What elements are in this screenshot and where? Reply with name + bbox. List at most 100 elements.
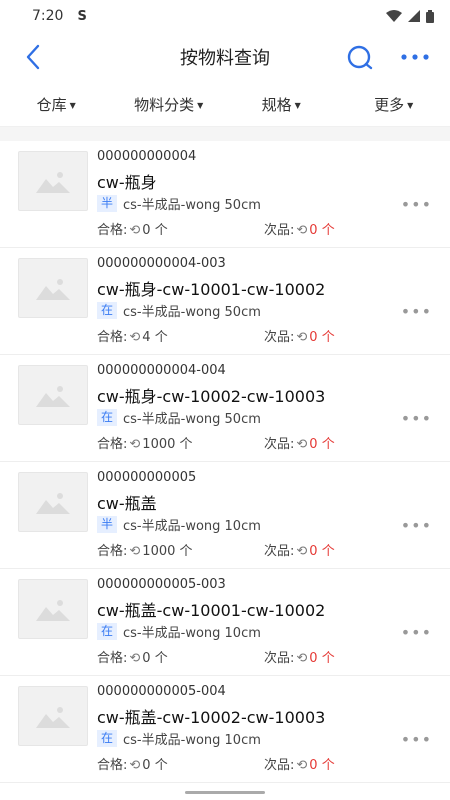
defect-qty: 次品: ⟲ 0 个 [264, 433, 335, 452]
image-placeholder-icon [18, 472, 88, 532]
item-code: 000000000004-003 [97, 256, 226, 271]
item-spec: cs-半成品-wong 10cm [123, 519, 261, 534]
item-name: cw-瓶身-cw-10001-cw-10002 [97, 280, 326, 299]
filter-spec[interactable]: 规格 ▼ [225, 94, 338, 115]
item-code: 000000000005 [97, 470, 197, 485]
refresh-icon: ⟲ [296, 223, 308, 238]
filter-label: 更多 [374, 95, 405, 114]
back-button[interactable] [18, 42, 48, 72]
list-item[interactable]: 000000000005-003 cw-瓶盖-cw-10001-cw-10002… [0, 569, 450, 676]
defect-value: 0 个 [309, 758, 335, 773]
good-value: 4 个 [142, 330, 168, 345]
refresh-icon: ⟲ [129, 651, 141, 666]
refresh-icon: ⟲ [296, 544, 308, 559]
refresh-icon: ⟲ [129, 544, 141, 559]
good-value: 0 个 [142, 651, 168, 666]
item-spec: cs-半成品-wong 50cm [123, 412, 261, 427]
good-value: 0 个 [142, 758, 168, 773]
more-dots-icon [401, 54, 429, 60]
item-more-icon[interactable]: ••• [401, 302, 432, 321]
list-item[interactable]: 000000000004-004 cw-瓶身-cw-10002-cw-10003… [0, 355, 450, 462]
list-item[interactable]: 000000000005-004 cw-瓶盖-cw-10002-cw-10003… [0, 676, 450, 783]
refresh-icon: ⟲ [296, 758, 308, 773]
refresh-icon: ⟲ [129, 330, 141, 345]
filter-label: 规格 [261, 95, 292, 114]
signal-icon [408, 10, 420, 22]
item-spec: cs-半成品-wong 10cm [123, 626, 261, 641]
item-code: 000000000004 [97, 149, 197, 164]
defect-qty: 次品: ⟲ 0 个 [264, 540, 335, 559]
list-separator [0, 127, 450, 141]
item-name: cw-瓶盖-cw-10001-cw-10002 [97, 601, 326, 620]
item-name: cw-瓶身-cw-10002-cw-10003 [97, 387, 326, 406]
item-spec-row: 在 cs-半成品-wong 10cm [97, 622, 261, 641]
more-button[interactable] [400, 45, 430, 69]
image-placeholder-icon [18, 258, 88, 318]
filter-warehouse[interactable]: 仓库 ▼ [0, 94, 113, 115]
defect-label: 次品: [264, 223, 295, 238]
item-spec-row: 在 cs-半成品-wong 50cm [97, 408, 261, 427]
status-badge: 在 [97, 409, 118, 426]
status-icons [386, 9, 434, 23]
status-badge: 在 [97, 623, 118, 640]
image-placeholder-icon [18, 365, 88, 425]
status-badge: 在 [97, 730, 118, 747]
refresh-icon: ⟲ [296, 437, 308, 452]
status-badge: 在 [97, 302, 118, 319]
good-qty: 合格: ⟲ 1000 个 [97, 433, 193, 452]
list-item[interactable]: 000000000004-003 cw-瓶身-cw-10001-cw-10002… [0, 248, 450, 355]
item-code: 000000000005-004 [97, 684, 226, 699]
caret-down-icon: ▼ [69, 100, 76, 110]
image-placeholder-icon [18, 151, 88, 211]
wifi-icon [386, 10, 402, 22]
image-placeholder-icon [18, 579, 88, 639]
good-value: 0 个 [142, 223, 168, 238]
good-label: 合格: [97, 651, 128, 666]
defect-label: 次品: [264, 544, 295, 559]
defect-qty: 次品: ⟲ 0 个 [264, 326, 335, 345]
good-label: 合格: [97, 758, 128, 773]
defect-value: 0 个 [309, 437, 335, 452]
filter-category[interactable]: 物料分类 ▼ [113, 94, 226, 115]
item-spec: cs-半成品-wong 50cm [123, 305, 261, 320]
status-time: 7:20 [32, 8, 64, 24]
status-bar: 7:20 S [0, 0, 450, 32]
item-spec-row: 半 cs-半成品-wong 50cm [97, 194, 261, 213]
defect-qty: 次品: ⟲ 0 个 [264, 219, 335, 238]
refresh-icon: ⟲ [129, 223, 141, 238]
caret-down-icon: ▼ [407, 100, 414, 110]
item-spec: cs-半成品-wong 10cm [123, 733, 261, 748]
defect-qty: 次品: ⟲ 0 个 [264, 754, 335, 773]
defect-label: 次品: [264, 758, 295, 773]
battery-icon [426, 9, 434, 23]
filter-label: 仓库 [36, 95, 67, 114]
item-more-icon[interactable]: ••• [401, 195, 432, 214]
defect-value: 0 个 [309, 330, 335, 345]
refresh-icon: ⟲ [129, 437, 141, 452]
filter-bar: 仓库 ▼ 物料分类 ▼ 规格 ▼ 更多 ▼ [0, 82, 450, 127]
item-more-icon[interactable]: ••• [401, 409, 432, 428]
list-item[interactable]: 000000000004 cw-瓶身 半 cs-半成品-wong 50cm 合格:… [0, 141, 450, 248]
item-name: cw-瓶盖 [97, 494, 157, 513]
caret-down-icon: ▼ [294, 100, 301, 110]
item-more-icon[interactable]: ••• [401, 516, 432, 535]
item-more-icon[interactable]: ••• [401, 623, 432, 642]
good-qty: 合格: ⟲ 0 个 [97, 754, 168, 773]
home-indicator[interactable] [185, 791, 265, 794]
item-more-icon[interactable]: ••• [401, 730, 432, 749]
list-item[interactable]: 000000000005 cw-瓶盖 半 cs-半成品-wong 10cm 合格:… [0, 462, 450, 569]
nav-bar: 按物料查询 [0, 32, 450, 82]
item-spec-row: 在 cs-半成品-wong 10cm [97, 729, 261, 748]
chat-button[interactable] [346, 44, 374, 72]
chat-bubble-icon [347, 45, 373, 70]
item-spec-row: 半 cs-半成品-wong 10cm [97, 515, 261, 534]
page-title: 按物料查询 [180, 48, 270, 69]
refresh-icon: ⟲ [296, 330, 308, 345]
filter-label: 物料分类 [134, 95, 195, 114]
good-label: 合格: [97, 330, 128, 345]
refresh-icon: ⟲ [296, 651, 308, 666]
status-badge: 半 [97, 195, 118, 212]
good-value: 1000 个 [142, 544, 193, 559]
filter-more[interactable]: 更多 ▼ [338, 94, 450, 115]
defect-value: 0 个 [309, 651, 335, 666]
